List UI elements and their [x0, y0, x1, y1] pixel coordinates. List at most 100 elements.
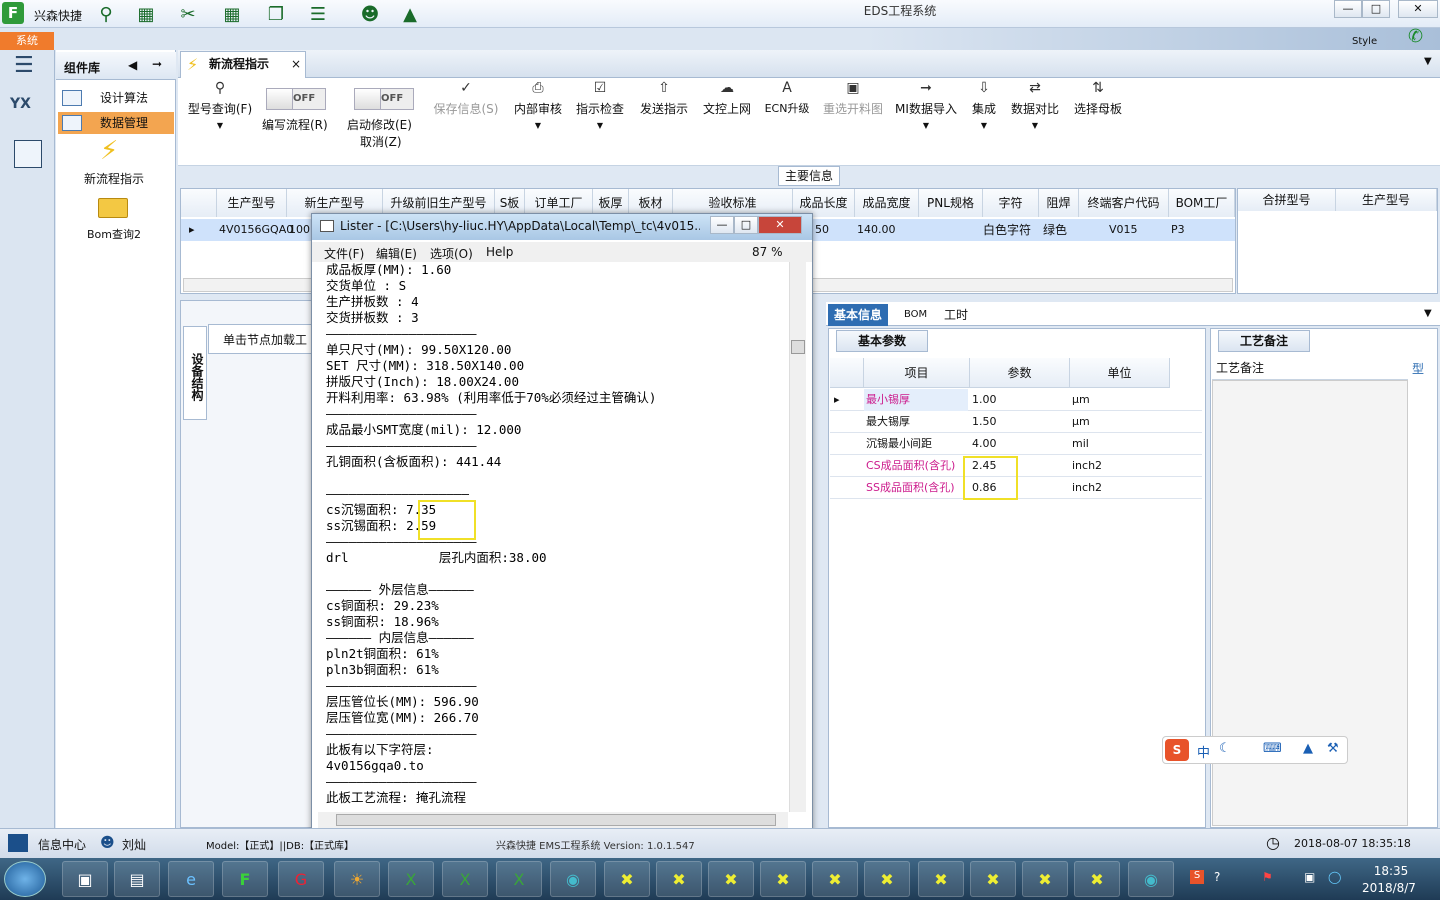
- scissors-icon[interactable]: ✂: [174, 2, 202, 26]
- tray-shield-icon[interactable]: ◯: [1328, 870, 1341, 884]
- table-cell[interactable]: 140.00: [853, 219, 896, 241]
- craft-col-type[interactable]: 型: [1412, 360, 1424, 377]
- film-icon[interactable]: ▦: [218, 2, 246, 26]
- craft-header[interactable]: 工艺备注: [1212, 356, 1408, 380]
- window-x-icon[interactable]: ✖: [864, 861, 910, 897]
- table-cell[interactable]: 50: [811, 219, 829, 241]
- save-info-button[interactable]: ✓ 保存信息(S): [430, 80, 502, 117]
- window-x-icon[interactable]: ✖: [812, 861, 858, 897]
- phone-icon[interactable]: ✆: [1408, 26, 1423, 47]
- window-x-icon[interactable]: ✖: [656, 861, 702, 897]
- reselect-button[interactable]: ▣ 重选开料图: [818, 80, 888, 117]
- lister-content[interactable]: 成品板厚(MM): 1.60 交货单位 : S 生产拼板数 : 4 交货拼板数 …: [318, 262, 788, 812]
- window-x-icon[interactable]: ✖: [1022, 861, 1068, 897]
- param-item[interactable]: 最大锡厚: [864, 411, 910, 433]
- window-x-icon[interactable]: ✖: [604, 861, 650, 897]
- cancel-label[interactable]: 取消(Z): [360, 133, 402, 150]
- column-header[interactable]: PNL规格: [919, 189, 983, 217]
- tab-base-params[interactable]: 基本参数: [836, 330, 928, 352]
- folder-icon[interactable]: [98, 198, 128, 218]
- compare-button[interactable]: ⇄ 数据对比 ▼: [1008, 80, 1062, 131]
- tab-new-flow[interactable]: ⚡ 新流程指示 ×: [180, 51, 306, 78]
- chevron-left-icon[interactable]: ◀: [128, 58, 137, 72]
- info-center[interactable]: 信息中心: [38, 836, 86, 853]
- system-tab[interactable]: 系统: [0, 32, 54, 50]
- param-value[interactable]: 1.00: [970, 389, 997, 411]
- wrench-icon[interactable]: ⚒: [1327, 741, 1339, 756]
- param-unit[interactable]: inch2: [1070, 477, 1102, 499]
- table-cell[interactable]: P3: [1167, 219, 1185, 241]
- yx-icon[interactable]: YX: [10, 96, 46, 126]
- param-unit[interactable]: inch2: [1070, 455, 1102, 477]
- component-item-bom[interactable]: Bom查询2: [64, 226, 164, 242]
- publish-button[interactable]: ☁ 文控上网: [698, 80, 756, 117]
- menu-options[interactable]: 选项(O): [430, 245, 473, 262]
- scanner-icon[interactable]: ▤: [114, 861, 160, 897]
- window-x-icon[interactable]: ✖: [1074, 861, 1120, 897]
- copy-icon[interactable]: ❐: [262, 2, 290, 26]
- minimize-button[interactable]: —: [1334, 0, 1362, 18]
- table-cell[interactable]: 绿色: [1039, 219, 1067, 241]
- excel-icon[interactable]: X: [496, 861, 542, 897]
- column-header[interactable]: 字符: [983, 189, 1039, 217]
- tab-basic-info[interactable]: 基本信息: [828, 304, 889, 326]
- column-header[interactable]: 生产型号: [1336, 189, 1437, 211]
- column-header[interactable]: 阻焊: [1039, 189, 1079, 217]
- app-f-icon[interactable]: F: [222, 861, 268, 897]
- app-g-icon[interactable]: G: [278, 861, 324, 897]
- shell-icon[interactable]: ☀: [334, 861, 380, 897]
- table-row[interactable]: 最大锡厚 1.50 μm: [830, 411, 1202, 433]
- column-header[interactable]: 生产型号: [217, 189, 287, 217]
- param-unit[interactable]: mil: [1070, 433, 1089, 455]
- param-item[interactable]: SS成品面积(含孔): [864, 477, 955, 499]
- chart-icon[interactable]: ▲: [396, 2, 424, 26]
- table-cell[interactable]: 白色字符: [979, 219, 1031, 241]
- eye-icon[interactable]: ◉: [550, 861, 596, 897]
- excel-icon[interactable]: X: [442, 861, 488, 897]
- component-item-data[interactable]: 数据管理: [58, 112, 174, 134]
- send-button[interactable]: ⇧ 发送指示: [634, 80, 694, 117]
- start-button[interactable]: [4, 861, 46, 897]
- component-item-design[interactable]: 设计算法: [58, 87, 174, 109]
- param-item[interactable]: 沉锡最小间距: [864, 433, 932, 455]
- chevron-down-icon[interactable]: ▼: [1424, 308, 1432, 319]
- window-x-icon[interactable]: ✖: [918, 861, 964, 897]
- moon-icon[interactable]: ☾: [1219, 741, 1231, 756]
- menu-edit[interactable]: 编辑(E): [376, 245, 417, 262]
- tab-dropdown-icon[interactable]: ▼: [1424, 56, 1432, 67]
- lister-minimize-button[interactable]: —: [710, 216, 734, 234]
- integrate-button[interactable]: ⇩ 集成 ▼: [966, 80, 1002, 131]
- tray-flag-icon[interactable]: ⚑: [1262, 870, 1273, 884]
- tray-sogou-icon[interactable]: S: [1190, 870, 1204, 884]
- param-item[interactable]: 最小锡厚: [864, 389, 968, 411]
- pin-icon[interactable]: ➞: [152, 57, 162, 71]
- mi-import-button[interactable]: ➞ MI数据导入 ▼: [892, 80, 960, 131]
- lister-maximize-button[interactable]: □: [734, 216, 758, 234]
- eye-icon[interactable]: ◉: [1128, 861, 1174, 897]
- column-header[interactable]: BOM工厂: [1169, 189, 1235, 217]
- query-button[interactable]: ⚲ 型号查询(F) ▼: [184, 80, 256, 131]
- close-button[interactable]: ✕: [1398, 0, 1438, 18]
- lightning-icon[interactable]: ⚡: [100, 136, 118, 166]
- close-tab-icon[interactable]: ×: [291, 52, 301, 76]
- table-cell[interactable]: 4V0156GQA0: [215, 219, 293, 241]
- save-icon[interactable]: ▣: [62, 861, 108, 897]
- column-header[interactable]: 单位: [1070, 358, 1170, 388]
- excel-icon[interactable]: X: [388, 861, 434, 897]
- menu-help[interactable]: Help: [486, 245, 513, 259]
- horizontal-scrollbar[interactable]: [318, 812, 788, 829]
- ie-icon[interactable]: e: [168, 861, 214, 897]
- param-value[interactable]: 4.00: [970, 433, 997, 455]
- table-row[interactable]: ▸ 最小锡厚 1.00 μm: [830, 389, 1202, 411]
- ecn-button[interactable]: A ECN升级: [762, 80, 812, 116]
- calendar-icon[interactable]: [14, 140, 42, 168]
- list-icon[interactable]: ☰: [304, 2, 332, 26]
- tab-craft-notes[interactable]: 工艺备注: [1218, 330, 1310, 352]
- maximize-button[interactable]: □: [1362, 0, 1390, 18]
- column-header[interactable]: 成品宽度: [855, 189, 919, 217]
- tab-work-hours[interactable]: 工时: [938, 304, 974, 326]
- shirt-icon[interactable]: ▲: [1303, 741, 1313, 756]
- ime-mode-icon[interactable]: 中: [1197, 742, 1210, 761]
- internal-review-button[interactable]: ⎙ 内部审核 ▼: [510, 80, 566, 131]
- param-unit[interactable]: μm: [1070, 411, 1090, 433]
